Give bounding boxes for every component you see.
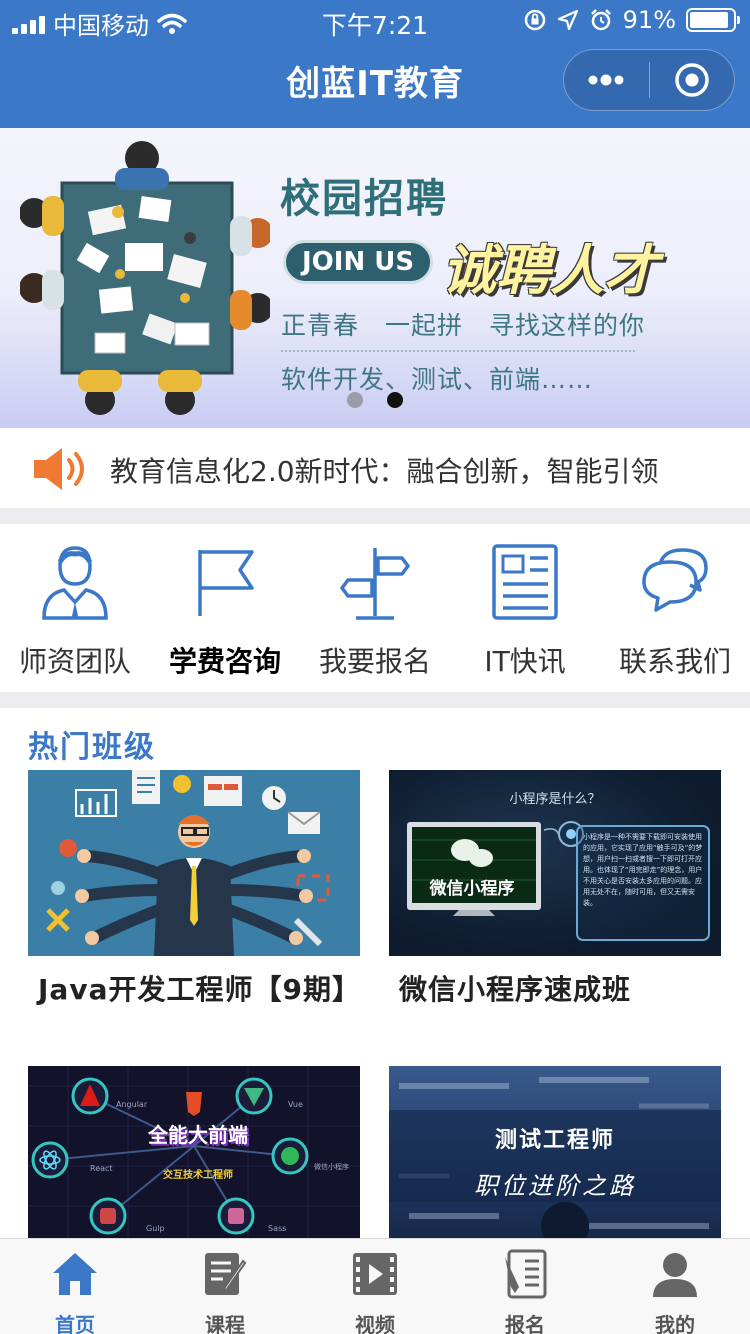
- signpost-icon: [340, 548, 410, 620]
- miniprogram-image-text: 小程序是一种不需要下载即可安装使用的应用，它实现了应用“触手可及”的梦想，用户扫…: [583, 833, 703, 907]
- menu-label-signup: 我要报名: [318, 645, 431, 678]
- frontend-image-sub: 交互技术工程师: [163, 1170, 233, 1181]
- orientation-lock-icon: [524, 9, 545, 31]
- class-title-miniprogram: 微信小程序速成班: [399, 973, 632, 1006]
- more-dots-icon: [588, 74, 624, 86]
- miniprogram-image-caption: 微信小程序: [429, 879, 515, 899]
- tab-label-video: 视频: [355, 1313, 395, 1334]
- tab-course[interactable]: 课程: [150, 1239, 300, 1334]
- signup-form-icon: [505, 1249, 547, 1299]
- class-card-test[interactable]: 测试工程师 职位进阶之路: [389, 1066, 721, 1238]
- java-engineer-illustration: [28, 770, 360, 956]
- tab-home[interactable]: 首页: [0, 1239, 150, 1334]
- tab-label-mine: 我的: [655, 1313, 695, 1334]
- frontend-image-heading: 全能大前端: [148, 1123, 248, 1147]
- tab-bar: 首页 课程 视频 报名 我的: [0, 1238, 750, 1334]
- test-engineer-graphic: 测试工程师 职位进阶之路: [389, 1066, 721, 1238]
- close-miniprogram-button[interactable]: [650, 50, 735, 110]
- film-icon: [353, 1253, 397, 1295]
- section-gap: [0, 508, 750, 524]
- carousel-dot-active[interactable]: [387, 392, 403, 408]
- banner-divider: [281, 350, 635, 352]
- menu-label-news: IT快讯: [484, 645, 566, 678]
- tab-video[interactable]: 视频: [300, 1239, 450, 1334]
- flag-icon: [198, 550, 254, 616]
- target-close-icon: [675, 63, 709, 97]
- tab-signup[interactable]: 报名: [450, 1239, 600, 1334]
- frontend-tech-graphic: 全能大前端 交互技术工程师 Angular Vue React 微信小程序 Gu…: [28, 1066, 360, 1238]
- notice-text: 教育信息化2.0新时代：融合创新，智能引领: [110, 455, 659, 488]
- mini-program-capsule: [563, 49, 735, 111]
- menu-label-teachers: 师资团队: [18, 645, 131, 678]
- class-card-miniprogram[interactable]: 小程序是什么？ 微信小程序 小程序是一种不需要下载即可安装使用的应用，它实现了应…: [389, 770, 721, 1010]
- banner-tagline: 正青春 一起拼 寻找这样的你: [281, 311, 646, 340]
- node-label: React: [90, 1164, 113, 1173]
- class-title-java: Java开发工程师【9期】: [38, 973, 361, 1006]
- carousel-indicator: [0, 392, 750, 408]
- battery-percent: 91%: [622, 6, 676, 34]
- location-icon: [557, 9, 578, 31]
- menu-item-contact[interactable]: 联系我们: [600, 544, 750, 684]
- quick-menu: 师资团队 学费咨询 我要报名 IT快讯 联系我们: [0, 524, 750, 692]
- wechat-miniprogram-screen: 小程序是什么？ 微信小程序 小程序是一种不需要下载即可安装使用的应用，它实现了应…: [389, 770, 721, 956]
- alarm-icon: [590, 9, 611, 31]
- menu-item-signup[interactable]: 我要报名: [300, 544, 450, 684]
- banner-heading: 校园招聘: [280, 176, 448, 222]
- user-icon: [653, 1253, 697, 1297]
- banner-slogan: 诚聘人才: [442, 239, 658, 302]
- more-button[interactable]: [564, 50, 649, 110]
- node-label: Vue: [288, 1100, 303, 1109]
- node-label: Angular: [116, 1100, 148, 1109]
- carousel-dot[interactable]: [347, 392, 363, 408]
- tab-label-signup: 报名: [505, 1313, 545, 1334]
- node-label: Sass: [268, 1224, 287, 1233]
- recruitment-banner[interactable]: 校园招聘 JOIN US 诚聘人才 正青春 一起拼 寻找这样的你 软件开发、测试…: [0, 128, 750, 428]
- app-header: 中国移动 下午7:21 91% 创蓝IT教育: [0, 0, 750, 128]
- notice-bar[interactable]: 教育信息化2.0新时代：融合创新，智能引领: [0, 428, 750, 508]
- banner-join-badge: JOIN US: [283, 240, 434, 284]
- section-gap: [0, 692, 750, 708]
- menu-label-tuition: 学费咨询: [168, 645, 281, 678]
- battery-icon: [686, 8, 740, 32]
- class-card-frontend[interactable]: 全能大前端 交互技术工程师 Angular Vue React 微信小程序 Gu…: [28, 1066, 360, 1238]
- menu-item-tuition[interactable]: 学费咨询: [150, 544, 300, 684]
- menu-item-news[interactable]: IT快讯: [450, 544, 600, 684]
- speaker-icon: [34, 448, 84, 490]
- status-bar: 中国移动 下午7:21 91%: [0, 0, 750, 40]
- teacher-icon: [42, 546, 108, 620]
- tab-label-course: 课程: [205, 1313, 245, 1334]
- node-label: Gulp: [146, 1224, 165, 1233]
- test-image-heading: 测试工程师: [494, 1128, 615, 1153]
- node-label: 微信小程序: [314, 1163, 349, 1171]
- banner-subline: 软件开发、测试、前端……: [281, 365, 594, 394]
- tab-mine[interactable]: 我的: [600, 1239, 750, 1334]
- notebook-pen-icon: [205, 1253, 247, 1295]
- test-image-sub: 职位进阶之路: [474, 1172, 636, 1200]
- class-card-java[interactable]: Java开发工程师【9期】: [28, 770, 360, 1010]
- status-right: 91%: [523, 6, 740, 34]
- home-icon: [53, 1253, 97, 1295]
- chat-bubbles-icon: [642, 548, 708, 612]
- hot-classes-title: 热门班级: [28, 730, 156, 765]
- meeting-table-illustration: [20, 141, 270, 415]
- menu-label-contact: 联系我们: [618, 645, 731, 678]
- tab-label-home: 首页: [55, 1313, 95, 1334]
- menu-item-teachers[interactable]: 师资团队: [0, 544, 150, 684]
- newspaper-icon: [492, 544, 558, 620]
